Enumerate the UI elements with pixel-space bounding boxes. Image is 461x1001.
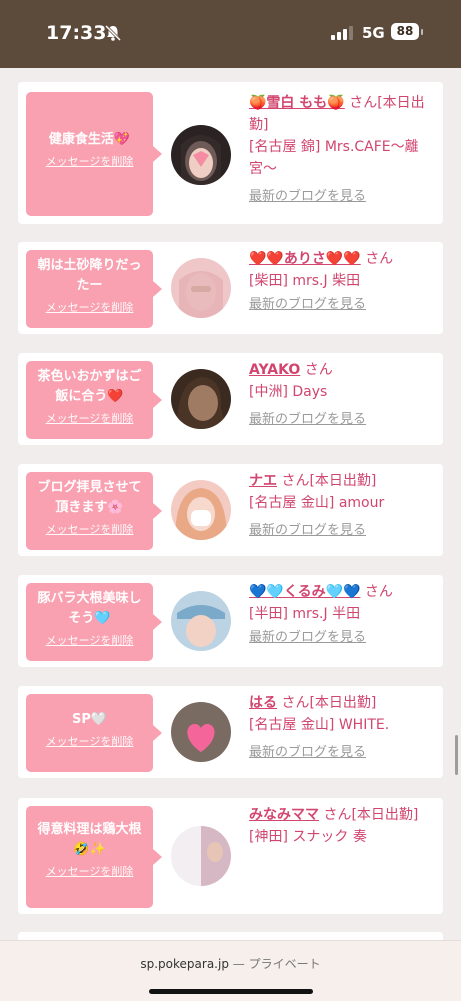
- avatar[interactable]: [171, 125, 231, 185]
- private-mode-label: — プライベート: [232, 957, 321, 971]
- scrollbar[interactable]: [455, 735, 458, 775]
- network-type: 5G: [362, 24, 385, 42]
- profile-info: みなみママ さん[本日出勤] [神田] スナック 奏: [249, 804, 437, 848]
- message-text: SP🤍: [71, 712, 108, 727]
- latest-blog-link[interactable]: 最新のブログを見る: [249, 409, 437, 431]
- battery-icon: 88: [391, 23, 419, 40]
- profile-name[interactable]: ナエ: [249, 473, 277, 489]
- shop-label: [中洲] Days: [249, 384, 328, 400]
- message-bubble: SP🤍 メッセージを削除: [26, 694, 162, 772]
- message-card: 茶色いおかずはご飯に合う❤️ メッセージを削除 AYAKO さん [中洲] Da…: [18, 353, 443, 445]
- profile-info: AYAKO さん [中洲] Days 最新のブログを見る: [249, 359, 437, 431]
- profile-name[interactable]: みなみママ: [249, 807, 319, 823]
- delete-message-link[interactable]: メッセージを削除: [46, 521, 134, 537]
- profile-suffix: さん: [364, 584, 393, 600]
- delete-message-link[interactable]: メッセージを削除: [46, 299, 134, 315]
- url-domain: sp.pokepara.jp: [140, 957, 229, 971]
- message-card: ブログ拝見させて頂きます🌸 メッセージを削除 ナエ さん[本日出勤] [名古屋 …: [18, 464, 443, 556]
- message-bubble: ブログ拝見させて頂きます🌸 メッセージを削除: [26, 472, 162, 550]
- message-card: 健康食生活💖 メッセージを削除 🍑雪白 もも🍑 さん[本日出勤] [名古屋 錦]…: [18, 82, 443, 224]
- battery-cap: [421, 29, 423, 35]
- latest-blog-link[interactable]: 最新のブログを見る: [249, 520, 437, 542]
- message-text: ブログ拝見させて頂きます🌸: [37, 480, 142, 515]
- shop-label: [名古屋 錦] Mrs.CAFE〜離宮〜: [249, 139, 419, 177]
- latest-blog-link[interactable]: 最新のブログを見る: [249, 186, 437, 208]
- latest-blog-link[interactable]: 最新のブログを見る: [249, 742, 437, 764]
- avatar[interactable]: [171, 826, 231, 886]
- delete-message-link[interactable]: メッセージを削除: [46, 733, 134, 749]
- bell-muted-icon: [104, 24, 122, 42]
- message-bubble: 茶色いおかずはご飯に合う❤️ メッセージを削除: [26, 361, 162, 439]
- message-bubble: 朝は土砂降りだったー メッセージを削除: [26, 250, 162, 328]
- message-bubble: 健康食生活💖 メッセージを削除: [26, 92, 162, 216]
- message-text: 茶色いおかずはご飯に合う❤️: [37, 369, 142, 404]
- latest-blog-link[interactable]: 最新のブログを見る: [249, 627, 437, 649]
- status-time: 17:33: [46, 22, 107, 44]
- message-text: 朝は土砂降りだったー: [37, 258, 142, 293]
- home-indicator[interactable]: [149, 989, 313, 994]
- profile-suffix: さん: [304, 362, 333, 378]
- profile-info: ❤️❤️ありさ❤️❤️ さん [柴田] mrs.J 柴田 最新のブログを見る: [249, 248, 437, 316]
- profile-name[interactable]: ❤️❤️ありさ❤️❤️: [249, 251, 361, 267]
- profile-name[interactable]: 🍑雪白 もも🍑: [249, 95, 345, 111]
- profile-suffix: さん[本日出勤]: [323, 807, 419, 823]
- message-card: 得意料理は鶏大根🤣✨ メッセージを削除 みなみママ さん[本日出勤] [神田] …: [18, 798, 443, 914]
- delete-message-link[interactable]: メッセージを削除: [46, 410, 134, 426]
- delete-message-link[interactable]: メッセージを削除: [46, 153, 134, 169]
- profile-name[interactable]: AYAKO: [249, 362, 300, 378]
- profile-suffix: さん[本日出勤]: [281, 473, 377, 489]
- signal-icon: [331, 26, 353, 40]
- avatar[interactable]: [171, 369, 231, 429]
- avatar[interactable]: [171, 480, 231, 540]
- message-card: 朝は土砂降りだったー メッセージを削除 ❤️❤️ありさ❤️❤️ さん [柴田] …: [18, 242, 443, 334]
- profile-name[interactable]: はる: [249, 695, 277, 711]
- browser-bottom-bar: sp.pokepara.jp — プライベート: [0, 940, 461, 1001]
- message-card: 豚バラ大根美味しそう🩵 メッセージを削除 💙🩵くるみ🩵💙 さん [半田] mrs…: [18, 575, 443, 667]
- profile-info: 🍑雪白 もも🍑 さん[本日出勤] [名古屋 錦] Mrs.CAFE〜離宮〜 最新…: [249, 92, 437, 208]
- shop-label: [名古屋 金山] WHITE.: [249, 717, 390, 733]
- shop-label: [名古屋 金山] amour: [249, 495, 385, 511]
- profile-name[interactable]: 💙🩵くるみ🩵💙: [249, 584, 360, 600]
- profile-info: ナエ さん[本日出勤] [名古屋 金山] amour 最新のブログを見る: [249, 470, 437, 542]
- latest-blog-link[interactable]: 最新のブログを見る: [249, 294, 437, 316]
- delete-message-link[interactable]: メッセージを削除: [46, 863, 134, 879]
- message-bubble: 豚バラ大根美味しそう🩵 メッセージを削除: [26, 583, 162, 661]
- message-text: 豚バラ大根美味しそう🩵: [37, 591, 142, 626]
- delete-message-link[interactable]: メッセージを削除: [46, 632, 134, 648]
- message-text: 得意料理は鶏大根🤣✨: [37, 822, 142, 857]
- shop-label: [半田] mrs.J 半田: [249, 606, 361, 622]
- address-bar[interactable]: sp.pokepara.jp — プライベート: [0, 955, 461, 972]
- profile-suffix: さん[本日出勤]: [281, 695, 377, 711]
- avatar[interactable]: [171, 702, 231, 762]
- message-card: SP🤍 メッセージを削除 はる さん[本日出勤] [名古屋 金山] WHITE.…: [18, 686, 443, 778]
- avatar[interactable]: [171, 591, 231, 651]
- avatar[interactable]: [171, 258, 231, 318]
- shop-label: [柴田] mrs.J 柴田: [249, 273, 361, 289]
- profile-suffix: さん: [365, 251, 394, 267]
- message-bubble: 得意料理は鶏大根🤣✨ メッセージを削除: [26, 806, 162, 908]
- message-text: 健康食生活💖: [48, 132, 131, 147]
- status-bar: 17:33 5G 88: [0, 0, 461, 68]
- shop-label: [神田] スナック 奏: [249, 829, 367, 845]
- profile-info: はる さん[本日出勤] [名古屋 金山] WHITE. 最新のブログを見る: [249, 692, 437, 764]
- profile-info: 💙🩵くるみ🩵💙 さん [半田] mrs.J 半田 最新のブログを見る: [249, 581, 437, 649]
